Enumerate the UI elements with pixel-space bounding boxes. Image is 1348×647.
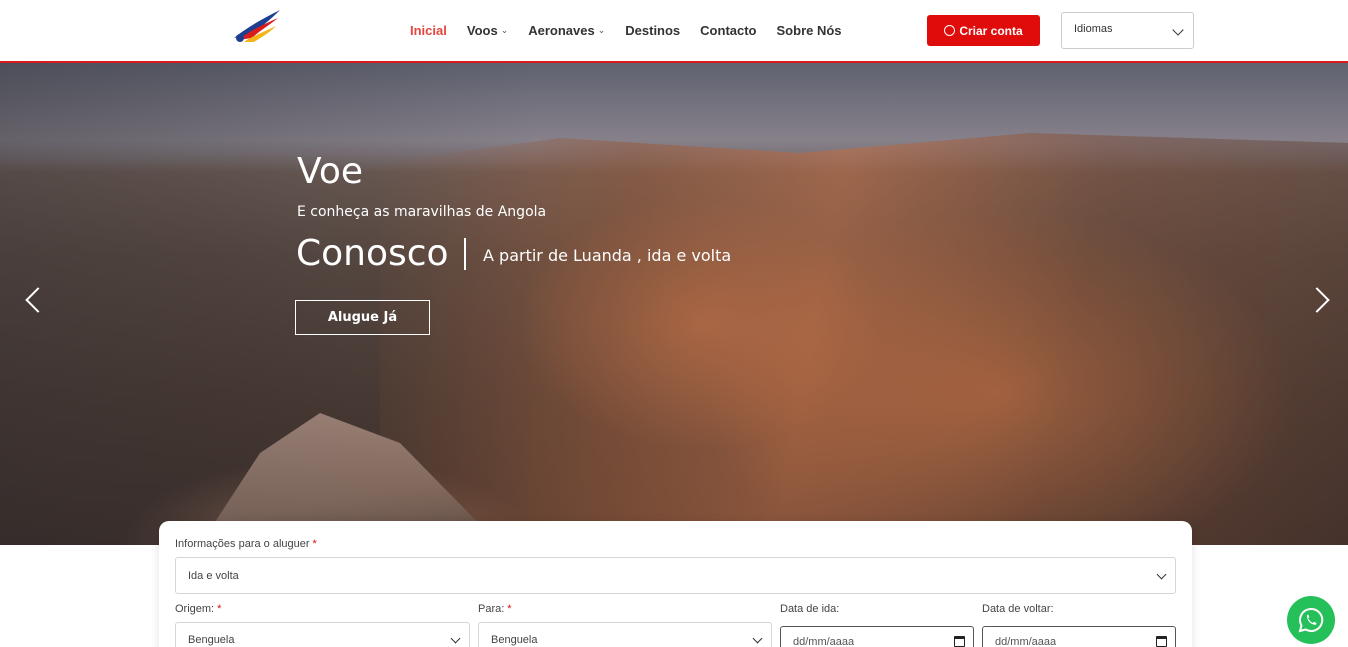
nav-aeronaves[interactable]: Aeronaves ⌄ xyxy=(528,23,605,38)
nav-label: Sobre Nós xyxy=(776,22,842,38)
chevron-down-icon xyxy=(1156,569,1167,579)
nav-label: Contacto xyxy=(700,22,757,38)
language-select[interactable]: Idiomas xyxy=(1061,12,1194,49)
nav-label: Voos xyxy=(466,22,498,38)
origin-select[interactable]: Benguela xyxy=(175,622,470,647)
origin-label-text: Origem: xyxy=(175,603,215,615)
trip-type-label: Informações para o aluguer * xyxy=(175,538,317,550)
nav-voos[interactable]: Voos ⌄ xyxy=(467,23,508,38)
return-date-label: Data de voltar: xyxy=(982,603,1054,615)
whatsapp-icon xyxy=(1298,607,1324,633)
chevron-down-icon xyxy=(752,633,763,644)
whatsapp-button[interactable] xyxy=(1287,596,1335,644)
hero-title-secondary: Conosco xyxy=(296,233,449,274)
trip-type-value: Ida e volta xyxy=(188,569,239,582)
hero-carousel: Voe E conheça as maravilhas de Angola Co… xyxy=(0,63,1348,545)
depart-date-placeholder: dd/mm/aaaa xyxy=(793,636,855,647)
user-circle-icon xyxy=(944,25,956,36)
booking-form: Informações para o aluguer * Ida e volta … xyxy=(159,521,1192,647)
nav-label: Inicial xyxy=(410,22,447,38)
trip-type-label-text: Informações para o aluguer xyxy=(175,538,310,550)
create-account-label: Criar conta xyxy=(959,23,1023,38)
required-mark: * xyxy=(217,603,222,615)
origin-value: Benguela xyxy=(188,634,235,646)
hero-overlay xyxy=(0,63,1348,545)
depart-date-label: Data de ida: xyxy=(780,603,840,615)
create-account-button[interactable]: Criar conta xyxy=(927,15,1040,46)
nav-label: Aeronaves xyxy=(528,22,595,38)
nav-sobre-nos[interactable]: Sobre Nós xyxy=(777,23,842,38)
return-date-placeholder: dd/mm/aaaa xyxy=(995,636,1057,647)
language-select-value: Idiomas xyxy=(1074,23,1113,35)
brand-logo[interactable] xyxy=(230,8,282,46)
nav-destinos[interactable]: Destinos xyxy=(625,23,680,38)
site-header: Inicial Voos ⌄ Aeronaves ⌄ Destinos Contac… xyxy=(0,0,1348,63)
hero-subtitle: E conheça as maravilhas de Angola xyxy=(297,204,547,220)
trip-type-select[interactable]: Ida e volta xyxy=(175,557,1176,594)
depart-date-input[interactable]: dd/mm/aaaa xyxy=(780,626,974,647)
hero-title: Voe xyxy=(297,151,364,192)
destination-label-text: Para: xyxy=(478,603,505,615)
calendar-icon[interactable] xyxy=(954,636,965,647)
chevron-down-icon: ⌄ xyxy=(597,24,606,35)
hero-divider xyxy=(464,238,466,270)
nav-inicial[interactable]: Inicial xyxy=(410,23,447,38)
main-nav: Inicial Voos ⌄ Aeronaves ⌄ Destinos Contac… xyxy=(400,0,852,60)
calendar-icon[interactable] xyxy=(1156,636,1167,647)
destination-label: Para: * xyxy=(478,603,512,615)
chevron-down-icon xyxy=(1172,24,1184,36)
destination-value: Benguela xyxy=(491,634,538,646)
nav-label: Destinos xyxy=(625,22,681,38)
nav-contacto[interactable]: Contacto xyxy=(700,23,756,38)
destination-select[interactable]: Benguela xyxy=(478,622,772,647)
rent-now-button[interactable]: Alugue Já xyxy=(295,300,430,335)
chevron-down-icon: ⌄ xyxy=(500,24,509,35)
origin-label: Origem: * xyxy=(175,603,221,615)
return-date-input[interactable]: dd/mm/aaaa xyxy=(982,626,1176,647)
required-mark: * xyxy=(507,603,512,615)
hero-route-text: A partir de Luanda , ida e volta xyxy=(483,246,732,265)
chevron-down-icon xyxy=(450,633,461,644)
required-mark: * xyxy=(312,538,317,550)
